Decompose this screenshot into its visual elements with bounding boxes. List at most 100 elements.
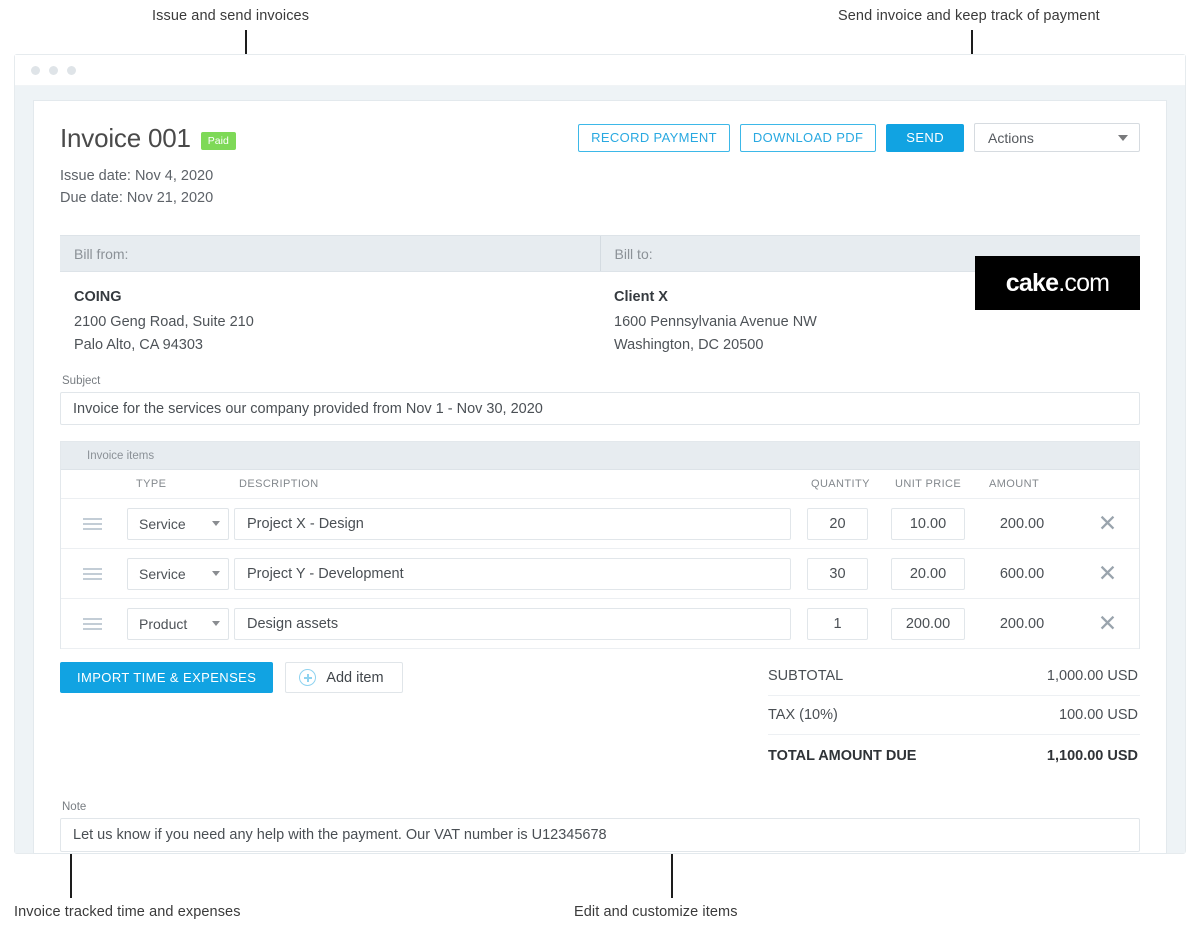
drag-handle[interactable] xyxy=(61,567,124,580)
import-time-expenses-button[interactable]: IMPORT TIME & EXPENSES xyxy=(60,662,274,693)
table-row: Product Design assets 1 200.00 200.00 ✕ xyxy=(61,599,1139,649)
item-amount-cell: 600.00 xyxy=(979,566,1076,582)
item-quantity-cell: 1 xyxy=(803,607,885,640)
annotation-label-issue-send: Issue and send invoices xyxy=(152,8,310,24)
total-due-value: 1,100.00 USD xyxy=(1046,748,1138,764)
drag-handle[interactable] xyxy=(61,617,124,630)
close-icon: ✕ xyxy=(1097,510,1118,536)
item-description-input[interactable]: Project Y - Development xyxy=(234,557,791,590)
item-type-value: Service xyxy=(139,515,186,532)
item-amount-cell: 200.00 xyxy=(979,516,1076,532)
browser-titlebar xyxy=(15,55,1185,86)
subject-label: Subject xyxy=(62,375,101,387)
tax-label: TAX (10%) xyxy=(768,707,838,723)
item-unit-price-input[interactable]: 200.00 xyxy=(891,607,965,640)
invoice-header: Invoice 001 Paid Issue date: Nov 4, 2020… xyxy=(34,101,1166,310)
add-item-button[interactable]: Add item xyxy=(285,662,403,693)
chevron-down-icon xyxy=(212,521,220,526)
annotation-label-edit-items: Edit and customize items xyxy=(574,904,738,920)
send-button[interactable]: SEND xyxy=(886,123,964,152)
item-unit-price-cell: 10.00 xyxy=(885,507,979,540)
item-quantity-input[interactable]: 1 xyxy=(807,607,868,640)
annotation-label-import-time: Invoice tracked time and expenses xyxy=(14,904,241,920)
table-row: Service Project Y - Development 30 20.00 xyxy=(61,549,1139,599)
item-quantity-cell: 20 xyxy=(803,507,885,540)
drag-handle-icon xyxy=(83,567,102,580)
browser-window: Invoice 001 Paid Issue date: Nov 4, 2020… xyxy=(14,54,1186,854)
note-field-block: Note Let us know if you need any help wi… xyxy=(60,801,1140,852)
maximize-dot[interactable] xyxy=(67,65,76,75)
note-input[interactable]: Let us know if you need any help with th… xyxy=(60,818,1140,852)
item-description-input[interactable]: Project X - Design xyxy=(234,507,791,540)
item-unit-price-cell: 20.00 xyxy=(885,557,979,590)
download-pdf-button[interactable]: DOWNLOAD PDF xyxy=(739,123,877,152)
item-type-value: Service xyxy=(139,565,186,582)
totals-row-subtotal: SUBTOTAL 1,000.00 USD xyxy=(768,657,1140,696)
delete-item-button[interactable]: ✕ xyxy=(1076,612,1139,635)
issue-date-text: Issue date: Nov 4, 2020 xyxy=(60,168,214,184)
item-unit-price-input[interactable]: 10.00 xyxy=(891,507,965,540)
company-logo: cake .com xyxy=(975,256,1140,310)
item-description-cell: Project X - Design xyxy=(229,507,803,540)
annotation-label-send-track: Send invoice and keep track of payment xyxy=(838,8,1100,24)
due-date-text: Due date: Nov 21, 2020 xyxy=(60,190,214,206)
tax-value: 100.00 USD xyxy=(1059,707,1138,723)
screenshot-root: Issue and send invoices Send invoice and… xyxy=(0,0,1200,936)
bill-to-line2: Washington, DC 20500 xyxy=(614,337,764,353)
item-unit-price-input[interactable]: 20.00 xyxy=(891,557,965,590)
delete-item-button[interactable]: ✕ xyxy=(1076,512,1139,535)
item-type-select[interactable]: Service xyxy=(127,507,229,540)
col-header-quantity: QUANTITY xyxy=(811,478,870,490)
subtotal-value: 1,000.00 USD xyxy=(1046,668,1138,684)
note-label: Note xyxy=(62,801,87,813)
invoice-items-section-label: Invoice items xyxy=(61,442,1139,470)
item-quantity-input[interactable]: 30 xyxy=(807,557,868,590)
total-due-label: TOTAL AMOUNT DUE xyxy=(768,748,917,764)
delete-item-button[interactable]: ✕ xyxy=(1076,562,1139,585)
item-amount-cell: 200.00 xyxy=(979,616,1076,632)
item-type-cell: Service xyxy=(124,507,229,540)
chevron-down-icon xyxy=(212,571,220,576)
drag-handle[interactable] xyxy=(61,517,124,530)
subtotal-label: SUBTOTAL xyxy=(768,668,844,684)
item-type-cell: Product xyxy=(124,607,229,640)
col-header-type: TYPE xyxy=(136,478,167,490)
invoice-totals: SUBTOTAL 1,000.00 USD TAX (10%) 100.00 U… xyxy=(768,657,1140,777)
logo-text-bold: cake xyxy=(1005,268,1059,297)
status-badge: Paid xyxy=(200,131,236,150)
invoice-toolbar: RECORD PAYMENT DOWNLOAD PDF SEND Actions xyxy=(578,123,1140,152)
actions-dropdown[interactable]: Actions xyxy=(974,123,1140,152)
totals-row-tax: TAX (10%) 100.00 USD xyxy=(768,696,1140,735)
chevron-down-icon xyxy=(1118,134,1128,141)
bill-from-heading: Bill from: xyxy=(60,236,601,271)
totals-row-total: TOTAL AMOUNT DUE 1,100.00 USD xyxy=(768,735,1140,777)
item-quantity-input[interactable]: 20 xyxy=(807,507,868,540)
invoice-card: Invoice 001 Paid Issue date: Nov 4, 2020… xyxy=(33,100,1167,854)
bill-from-block: COING 2100 Geng Road, Suite 210 Palo Alt… xyxy=(60,289,600,357)
item-amount-value: 600.00 xyxy=(999,565,1045,582)
table-row: Service Project X - Design 20 10.00 200.… xyxy=(61,499,1139,549)
item-type-select[interactable]: Product xyxy=(127,607,229,640)
subject-input[interactable]: Invoice for the services our company pro… xyxy=(60,392,1140,425)
record-payment-button[interactable]: RECORD PAYMENT xyxy=(578,123,730,152)
close-icon: ✕ xyxy=(1097,610,1118,636)
invoice-dates: Issue date: Nov 4, 2020 Due date: Nov 21… xyxy=(60,165,1140,209)
minimize-dot[interactable] xyxy=(49,65,58,75)
item-amount-value: 200.00 xyxy=(999,515,1045,532)
item-unit-price-cell: 200.00 xyxy=(885,607,979,640)
chevron-down-icon xyxy=(212,621,220,626)
browser-content: Invoice 001 Paid Issue date: Nov 4, 2020… xyxy=(15,86,1185,854)
bill-from-name: COING xyxy=(74,289,122,305)
bill-from-line1: 2100 Geng Road, Suite 210 xyxy=(74,314,254,330)
subject-field-block: Subject Invoice for the services our com… xyxy=(60,375,1140,425)
plus-circle-icon xyxy=(299,669,317,686)
bill-from-line2: Palo Alto, CA 94303 xyxy=(74,337,203,353)
item-type-select[interactable]: Service xyxy=(127,557,229,590)
item-description-cell: Design assets xyxy=(229,607,803,640)
invoice-footer-controls: IMPORT TIME & EXPENSES Add item SUBTOTAL… xyxy=(60,662,1140,777)
item-type-value: Product xyxy=(139,615,188,632)
drag-handle-icon xyxy=(83,617,102,630)
close-dot[interactable] xyxy=(31,65,40,75)
item-description-input[interactable]: Design assets xyxy=(234,607,791,640)
actions-dropdown-label: Actions xyxy=(988,129,1034,146)
